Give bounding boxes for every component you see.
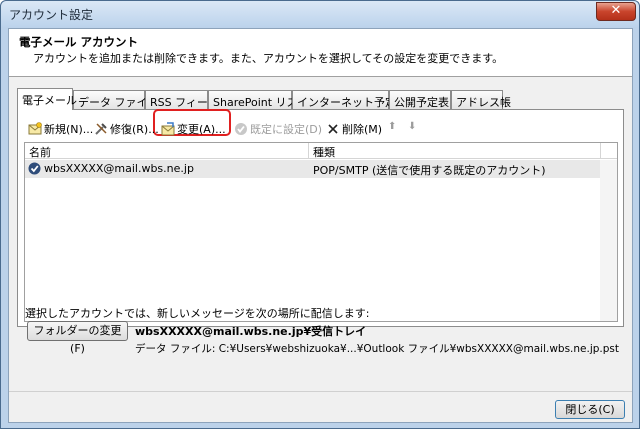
account-name: wbsXXXXX@mail.wbs.ne.jp [44, 162, 194, 175]
move-down-icon: ⬇ [408, 121, 417, 132]
new-account-button[interactable]: 新規(N)... [28, 121, 93, 137]
tab-email[interactable]: 電子メール [17, 88, 77, 110]
delete-x-icon [326, 122, 340, 136]
move-up-icon: ⬆ [388, 121, 397, 132]
email-tab-panel: 新規(N)... 修復(R)... 変更(A)... 既定に設定(D) 削除(M… [17, 109, 624, 327]
set-default-button[interactable]: 既定に設定(D) [234, 121, 322, 137]
account-list[interactable]: 名前 種類 wbsXXXXX@mail.wbs.ne.jp POP/SMTP (… [24, 142, 618, 322]
header-description: アカウントを追加または削除できます。また、アカウントを選択してその設定を変更でき… [33, 52, 504, 65]
default-account-icon [28, 162, 41, 178]
repair-account-button[interactable]: 修復(R)... [94, 121, 159, 137]
table-row[interactable]: wbsXXXXX@mail.wbs.ne.jp POP/SMTP (送信で使用す… [25, 160, 600, 178]
title-bar: アカウント設定 ✕ [1, 1, 639, 27]
change-settings-icon [161, 122, 175, 136]
list-header: 名前 種類 [25, 143, 617, 159]
checkmark-circle-icon [234, 122, 248, 136]
account-type: POP/SMTP (送信で使用する既定のアカウント) [313, 164, 546, 177]
move-down-button[interactable]: ⬇ [408, 121, 416, 137]
delivery-label: 選択したアカウントでは、新しいメッセージを次の場所に配信します: [25, 307, 370, 320]
header-band: 電子メール アカウント アカウントを追加または削除できます。また、アカウントを選… [9, 29, 632, 77]
tab-published-calendars[interactable]: 公開予定表 [389, 90, 451, 109]
move-up-button[interactable]: ⬆ [388, 121, 396, 137]
close-dialog-button[interactable]: 閉じる(C) [555, 400, 625, 419]
tab-rss-feeds[interactable]: RSS フィード [145, 90, 219, 109]
data-file-path: データ ファイル: C:¥Users¥webshizuoka¥...¥Outlo… [135, 343, 620, 355]
delete-account-label: 削除(M) [342, 123, 383, 136]
column-separator[interactable] [600, 143, 601, 159]
column-separator[interactable] [308, 143, 309, 159]
new-account-label: 新規(N)... [44, 123, 94, 136]
tab-sharepoint-lists[interactable]: SharePoint リスト [208, 90, 309, 109]
window-title: アカウント設定 [9, 8, 94, 22]
delivery-folder: wbsXXXXX@mail.wbs.ne.jp¥受信トレイ [135, 325, 367, 338]
window-close-button[interactable]: ✕ [596, 2, 636, 21]
delete-account-button[interactable]: 削除(M) [326, 121, 382, 137]
tab-address-books[interactable]: アドレス帳 [451, 90, 511, 109]
repair-account-label: 修復(R)... [110, 123, 159, 136]
account-settings-window: アカウント設定 ✕ 電子メール アカウント アカウントを追加または削除できます。… [0, 0, 640, 429]
tools-icon [94, 122, 108, 136]
tab-internet-calendars[interactable]: インターネット予定表 [292, 90, 407, 109]
column-header-type[interactable]: 種類 [313, 144, 335, 160]
footer-separator [9, 391, 632, 392]
column-header-name[interactable]: 名前 [29, 144, 51, 160]
tab-data-files[interactable]: データ ファイル [73, 90, 159, 109]
change-account-label: 変更(A)... [177, 123, 226, 136]
header-title: 電子メール アカウント [19, 35, 139, 49]
new-mail-icon [28, 122, 42, 136]
change-folder-button[interactable]: フォルダーの変更(F) [27, 321, 128, 355]
change-account-button[interactable]: 変更(A)... [161, 121, 226, 137]
dialog-client: 電子メール アカウント アカウントを追加または削除できます。また、アカウントを選… [8, 28, 633, 423]
list-scroll-area[interactable] [600, 160, 617, 321]
set-default-label: 既定に設定(D) [250, 123, 323, 136]
